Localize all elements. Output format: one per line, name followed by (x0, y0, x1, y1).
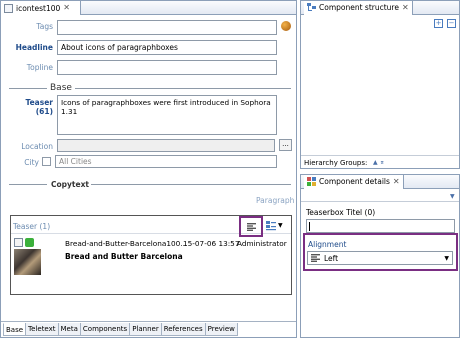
alignment-label: Alignment (308, 240, 347, 249)
expand-all-icon[interactable]: + (434, 19, 443, 28)
alignment-value: Left (324, 253, 339, 263)
collapse-all-icon[interactable]: − (447, 19, 456, 28)
city-checkbox[interactable] (42, 157, 51, 166)
thumbnail-image (14, 249, 41, 275)
text-cursor (309, 222, 310, 231)
location-browse-button[interactable]: ... (279, 139, 292, 151)
topline-label: Topline (26, 63, 53, 72)
hierarchy-divider (301, 155, 459, 156)
tab-references[interactable]: References (160, 323, 206, 336)
teaser-item-user: Administrator (237, 239, 287, 248)
document-type-icon (14, 238, 23, 247)
chevron-down-icon: ▼ (278, 222, 283, 229)
component-structure-title: Component structure (319, 3, 399, 12)
base-section-title: Base (50, 83, 72, 93)
tags-label: Tags (36, 22, 53, 31)
tab-teletext[interactable]: Teletext (25, 323, 59, 336)
components-icon (307, 177, 316, 186)
tab-planner[interactable]: Planner (129, 323, 162, 336)
teaser-textarea[interactable]: Icons of paragraphboxes were first intro… (57, 95, 277, 135)
paragraph-label: Paragraph (256, 196, 295, 205)
tab-meta[interactable]: Meta (57, 323, 81, 336)
component-details-title: Component details (319, 177, 390, 186)
headline-label: Headline (15, 43, 53, 52)
copytext-section-title: Copytext (51, 180, 90, 189)
city-label: City (24, 158, 39, 167)
alignment-group: Alignment Left ▼ (303, 233, 458, 271)
copytext-divider-left (9, 184, 47, 185)
details-divider (301, 201, 459, 202)
tab-base[interactable]: Base (3, 323, 27, 336)
base-divider-right (75, 88, 291, 89)
location-label: Location (21, 142, 53, 151)
status-green-icon (25, 238, 34, 247)
structure-icon (266, 220, 276, 230)
topline-input[interactable] (57, 60, 277, 75)
paragraph-icon-button[interactable] (239, 216, 263, 237)
view-menu-icon[interactable]: ▼ (450, 193, 455, 200)
component-details-view: Component details ✕ ▼ Teaserbox Titel (0… (300, 174, 460, 338)
base-divider-left (9, 88, 47, 89)
city-input[interactable]: All Cities (55, 155, 277, 168)
teaser-count: (61) (35, 107, 53, 116)
close-icon[interactable]: ✕ (393, 177, 400, 186)
close-icon[interactable]: ✕ (402, 3, 409, 12)
bottom-tabs-divider (1, 321, 296, 322)
tab-components[interactable]: Components (79, 323, 131, 336)
city-placeholder: All Cities (59, 157, 92, 166)
close-icon[interactable]: ✕ (63, 4, 70, 12)
chevron-down-icon[interactable]: ▼ (444, 255, 449, 262)
alignment-select[interactable]: Left ▼ (307, 251, 453, 265)
component-structure-header: Component structure ✕ (301, 0, 459, 15)
teaser-label: Teaser (25, 98, 53, 107)
component-structure-tab[interactable]: Component structure ✕ (304, 0, 413, 15)
layout-dropdown-button[interactable]: ▼ (266, 220, 286, 231)
align-left-icon (311, 254, 320, 262)
location-input (57, 139, 275, 152)
teaser-item-date: 15-07-06 13:57 (183, 239, 240, 248)
copytext-divider-right (91, 184, 291, 185)
teaser-paragraph-box[interactable]: Teaser (1) ▼ Bread-and-Butter-Barcelona1… (10, 215, 292, 295)
document-icon (4, 3, 13, 13)
teaserbox-title: Teaser (1) (13, 222, 51, 231)
editor-tab-title: icontest100 (16, 3, 61, 13)
hierarchy-arrows-icon[interactable]: ▲ ⌆ (373, 159, 385, 166)
teaser-item-title[interactable]: Bread and Butter Barcelona (65, 252, 183, 261)
editor-bottom-tabs: Base Teletext Meta Components Planner Re… (3, 323, 238, 337)
teaser-item-filename: Bread-and-Butter-Barcelona100... (65, 239, 188, 248)
teaserbox-header: Teaser (1) ▼ (11, 216, 291, 237)
teaserbox-titel-input[interactable] (306, 219, 455, 233)
editor-pane: icontest100 ✕ Tags Headline About icons … (0, 0, 297, 338)
teaserbox-titel-label: Teaserbox Titel (0) (306, 208, 376, 217)
tags-input[interactable] (57, 20, 277, 35)
tags-globe-icon[interactable] (281, 21, 291, 31)
component-structure-view: Component structure ✕ + − Hierarchy Grou… (300, 0, 460, 169)
component-details-tab[interactable]: Component details ✕ (304, 174, 404, 189)
align-left-icon (246, 222, 256, 231)
headline-input[interactable]: About icons of paragraphboxes (57, 40, 277, 55)
editor-tab-bar: icontest100 ✕ (1, 1, 296, 15)
teaser-text: Icons of paragraphboxes were first intro… (61, 98, 271, 116)
tree-icon (307, 3, 316, 11)
hierarchy-groups-label: Hierarchy Groups: (304, 159, 368, 167)
tab-preview[interactable]: Preview (204, 323, 238, 336)
editor-tab[interactable]: icontest100 ✕ (1, 1, 81, 15)
component-details-header: Component details ✕ (301, 174, 459, 189)
